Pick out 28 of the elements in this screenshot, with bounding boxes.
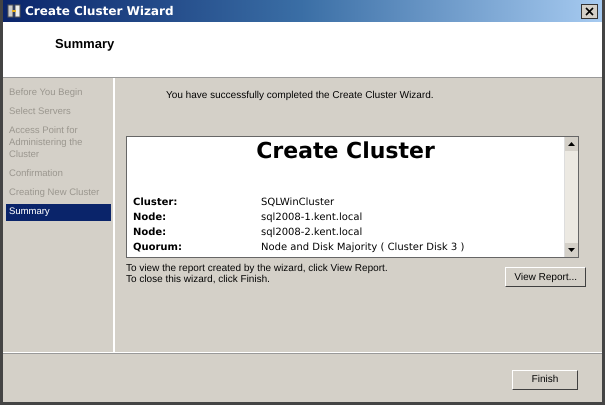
report-title: Create Cluster (256, 139, 435, 164)
report-value: sql2008-2.kent.local (261, 226, 364, 240)
page-title: Summary (55, 36, 114, 51)
step-item[interactable]: Before You Begin (6, 85, 111, 102)
report-label: Node: (133, 226, 168, 240)
up-arrow-icon[interactable] (568, 142, 575, 146)
window-title: Create Cluster Wizard (25, 4, 175, 18)
step-item[interactable]: Creating New Cluster (6, 185, 111, 202)
report-label: Node: (133, 211, 168, 225)
report-value: sql2008-1.kent.local (261, 211, 364, 225)
close-button[interactable] (581, 4, 598, 18)
finish-button[interactable]: Finish (512, 370, 578, 390)
report-label: Cluster: (133, 196, 178, 210)
view-report-button[interactable]: View Report... (505, 267, 586, 287)
step-item[interactable]: Select Servers (6, 104, 111, 121)
report-value: SQLWinCluster (261, 196, 336, 210)
success-message: You have successfully completed the Create Cluster Wizard. (166, 90, 434, 101)
step-item[interactable]: Confirmation (6, 166, 111, 183)
report-value: Node and Disk Majority ( Cluster Disk 3 ) (261, 241, 466, 255)
close-icon[interactable] (585, 6, 594, 16)
report-label: Quorum: (133, 241, 183, 255)
instruction-text: To view the report created by the wizard, click View Report. (126, 263, 388, 274)
step-item[interactable]: Access Point for Administering the Cluster (6, 123, 111, 164)
instruction-text: To close this wizard, click Finish. (126, 274, 271, 285)
down-arrow-icon[interactable] (568, 248, 575, 252)
step-item[interactable]: Summary (6, 204, 111, 221)
scrollbar[interactable] (564, 137, 578, 257)
cluster-icon (7, 4, 21, 18)
